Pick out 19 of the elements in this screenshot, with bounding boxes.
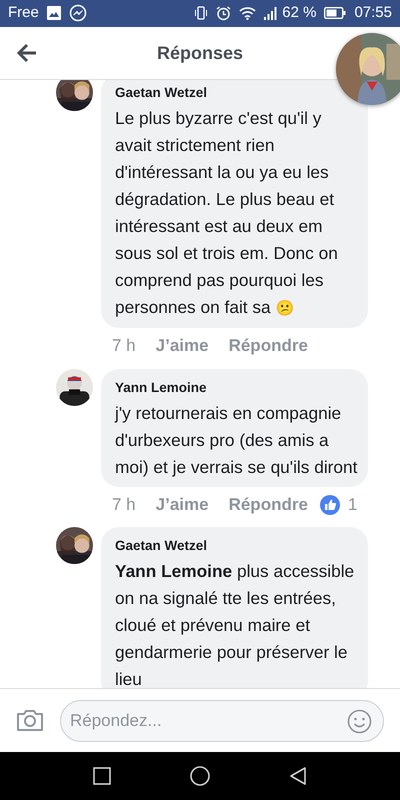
comment-text: j'y retournerais en compagnie d'urbexeurs pro (des amis a moi) et je verrais se qu'ils diront (115, 402, 358, 479)
clock: 07:55 (354, 3, 392, 24)
comment-text: Yann Lemoine plus accessible on na signalé tte les entrées, cloué et prévenu maire et gendarmerie pour préserver le lieu (115, 560, 356, 688)
emoji: 😕 (275, 300, 294, 317)
reply-link[interactable]: Répondre (228, 333, 308, 358)
like-link[interactable]: J’aime (156, 333, 209, 358)
reply-input[interactable]: Répondez... (60, 700, 384, 742)
comment-time: 7 h (112, 494, 136, 516)
comment-text: Le plus byzarre c'est qu'il y avait strictement rien d'intéressant la ou ya eu les dégradation. Le plus beau et intéressant est au deux em sous sol et trois em. Donc on comprend pas pourquoi les personnes on fait sa 😕 (115, 107, 339, 319)
author-name[interactable]: Gaetan Wetzel (115, 83, 208, 104)
carrier-name: Free (8, 3, 39, 24)
author-name[interactable]: Yann Lemoine (115, 378, 207, 398)
header-title: Réponses (156, 42, 244, 65)
author-name[interactable]: Gaetan Wetzel (115, 536, 208, 556)
comment-time: 7 h (112, 335, 136, 357)
reply-link[interactable]: Répondre (228, 492, 308, 517)
reaction-count: 1 (348, 494, 358, 516)
like-link[interactable]: J’aime (156, 492, 209, 517)
battery-percent: 62 % (282, 3, 316, 24)
